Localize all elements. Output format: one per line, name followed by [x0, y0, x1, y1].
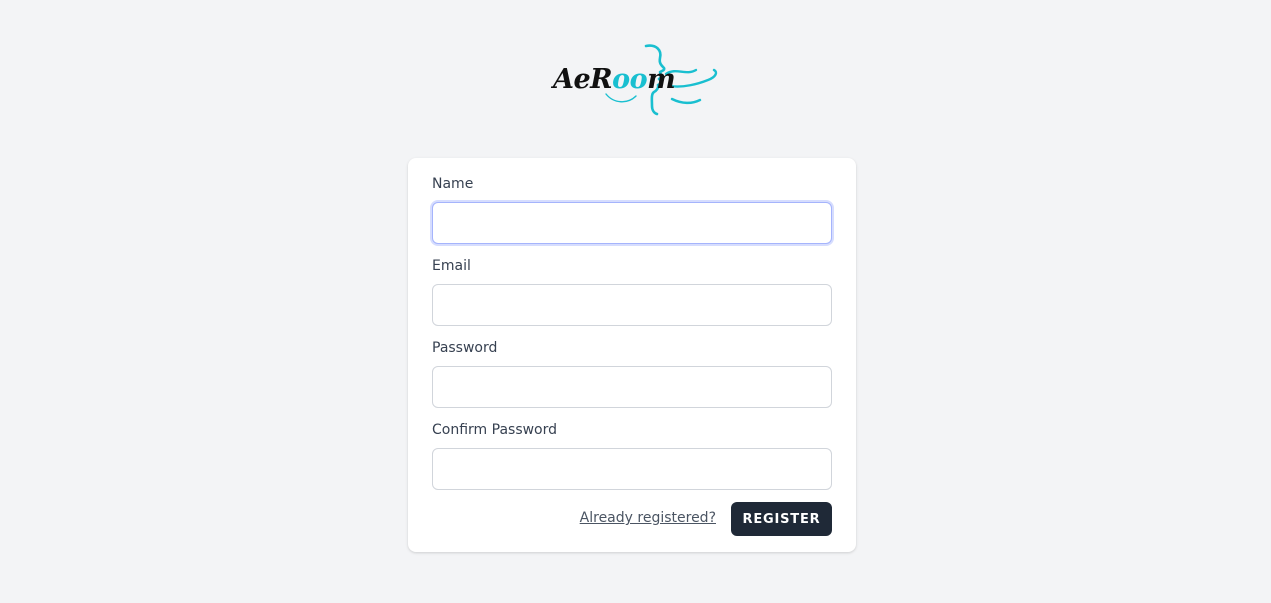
name-label: Name — [432, 176, 474, 192]
confirm-password-field-group: Confirm Password — [432, 421, 832, 490]
already-registered-link[interactable]: Already registered? — [580, 510, 716, 526]
logo-text-prefix: AeR — [553, 64, 613, 95]
password-label: Password — [432, 340, 498, 356]
logo-wordmark: AeRoom — [553, 64, 676, 95]
email-field-group: Email — [432, 257, 832, 326]
register-button[interactable]: Register — [731, 502, 832, 536]
name-field-group: Name — [432, 175, 832, 244]
email-input[interactable] — [432, 284, 832, 326]
name-input[interactable] — [432, 202, 832, 244]
form-actions: Already registered? Register — [432, 502, 832, 536]
confirm-password-input[interactable] — [432, 448, 832, 490]
confirm-password-label: Confirm Password — [432, 422, 558, 438]
register-page: AeRoom Name Email Password Confirm Passw… — [0, 0, 1271, 603]
register-form-card: Name Email Password Confirm Password Alr… — [408, 158, 856, 552]
logo-text-suffix: m — [647, 64, 676, 95]
email-label: Email — [432, 258, 471, 274]
aeroom-logo: AeRoom — [548, 42, 723, 118]
password-input[interactable] — [432, 366, 832, 408]
logo-text-oo: oo — [612, 64, 648, 95]
password-field-group: Password — [432, 339, 832, 408]
